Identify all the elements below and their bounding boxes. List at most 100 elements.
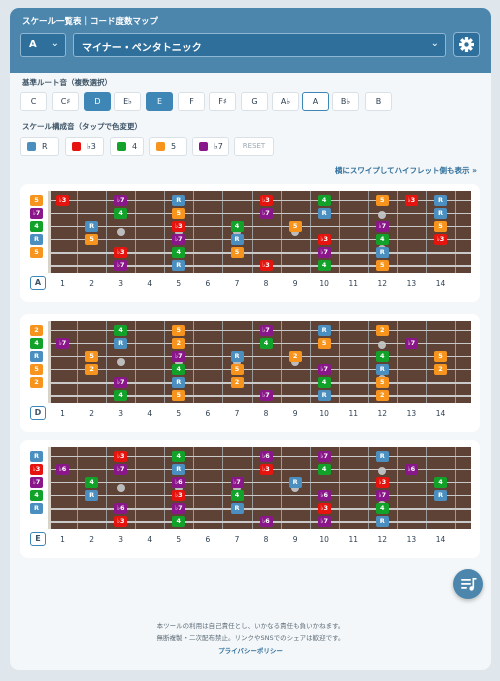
note-marker[interactable]: ♭6 [317, 489, 331, 501]
note-marker[interactable]: ♭7 [317, 515, 331, 527]
interval-button[interactable]: 5 [149, 137, 187, 156]
note-marker[interactable]: R [172, 194, 186, 206]
note-marker[interactable]: ♭3 [375, 476, 389, 488]
note-marker[interactable]: 2 [434, 363, 447, 375]
note-marker[interactable]: ♭3 [434, 233, 447, 245]
root-note-button[interactable]: F♯ [209, 92, 236, 111]
note-marker[interactable]: ♭3 [114, 515, 128, 527]
note-marker[interactable]: R [85, 220, 99, 232]
open-string-marker[interactable]: ♭3 [30, 463, 43, 475]
note-marker[interactable]: ♭6 [114, 502, 128, 514]
note-marker[interactable]: ♭6 [404, 463, 418, 475]
note-marker[interactable]: 4 [172, 246, 186, 258]
root-note-button[interactable]: G [241, 92, 268, 111]
note-marker[interactable]: 5 [85, 233, 99, 245]
note-marker[interactable]: ♭7 [317, 450, 331, 462]
root-note-button[interactable]: E♭ [114, 92, 141, 111]
note-marker[interactable]: 4 [317, 259, 331, 271]
open-string-marker[interactable]: 5 [30, 363, 43, 375]
note-marker[interactable]: R [172, 376, 186, 388]
open-string-marker[interactable]: 5 [30, 194, 43, 206]
note-marker[interactable]: R [288, 476, 302, 488]
note-marker[interactable]: ♭3 [317, 233, 331, 245]
note-marker[interactable]: 5 [230, 363, 244, 375]
note-marker[interactable]: ♭3 [114, 246, 128, 258]
note-marker[interactable]: 5 [230, 246, 244, 258]
note-marker[interactable]: R [375, 450, 389, 462]
open-string-marker[interactable]: 4 [30, 489, 43, 501]
note-marker[interactable]: ♭3 [56, 194, 69, 206]
note-marker[interactable]: ♭7 [317, 246, 331, 258]
root-note-button[interactable]: B♭ [332, 92, 359, 111]
note-marker[interactable]: 4 [317, 376, 331, 388]
key-select[interactable]: A ⌄ [20, 33, 66, 57]
note-marker[interactable]: ♭6 [172, 476, 186, 488]
swipe-hint[interactable]: 横にスワイプしてハイフレット側も表示 » [335, 165, 477, 176]
note-marker[interactable]: ♭7 [230, 476, 244, 488]
scale-select[interactable]: マイナー・ペンタトニック ⌄ [73, 33, 446, 57]
note-marker[interactable]: R [85, 489, 99, 501]
note-marker[interactable]: ♭7 [375, 220, 389, 232]
open-string-marker[interactable]: 2 [30, 324, 43, 336]
note-marker[interactable]: 4 [375, 502, 389, 514]
interval-button[interactable]: ♭3 [65, 137, 104, 156]
note-marker[interactable]: 2 [85, 363, 99, 375]
note-marker[interactable]: ♭7 [259, 324, 273, 336]
note-marker[interactable]: ♭7 [172, 233, 186, 245]
note-marker[interactable]: R [375, 363, 389, 375]
note-marker[interactable]: 4 [317, 463, 331, 475]
note-marker[interactable]: 4 [172, 450, 186, 462]
note-marker[interactable]: 5 [172, 389, 186, 401]
interval-button[interactable]: R [20, 137, 59, 156]
note-marker[interactable]: ♭7 [259, 389, 273, 401]
note-marker[interactable]: R [230, 502, 244, 514]
open-string-marker[interactable]: R [30, 350, 43, 362]
root-note-button[interactable]: D [84, 92, 111, 111]
interval-button[interactable]: 4 [110, 137, 144, 156]
note-marker[interactable]: ♭7 [114, 463, 128, 475]
note-marker[interactable]: R [114, 337, 128, 349]
note-marker[interactable]: ♭7 [172, 350, 186, 362]
note-marker[interactable]: ♭3 [259, 259, 273, 271]
note-marker[interactable]: 5 [172, 207, 186, 219]
open-string-marker[interactable]: R [30, 502, 43, 514]
note-marker[interactable]: ♭3 [259, 463, 273, 475]
note-marker[interactable]: 4 [85, 476, 99, 488]
note-marker[interactable]: ♭3 [172, 489, 186, 501]
root-note-button[interactable]: B [365, 92, 392, 111]
root-note-button[interactable]: A [302, 92, 329, 111]
root-note-button[interactable]: C♯ [52, 92, 79, 111]
root-note-button[interactable]: A♭ [272, 92, 299, 111]
root-note-button[interactable]: F [178, 92, 205, 111]
note-marker[interactable]: 5 [434, 350, 447, 362]
note-marker[interactable]: 5 [375, 259, 389, 271]
note-marker[interactable]: ♭7 [114, 376, 128, 388]
note-marker[interactable]: 4 [114, 389, 128, 401]
note-marker[interactable]: 4 [317, 194, 331, 206]
note-marker[interactable]: 4 [375, 350, 389, 362]
note-marker[interactable]: R [375, 246, 389, 258]
note-marker[interactable]: ♭3 [259, 194, 273, 206]
note-marker[interactable]: 2 [172, 337, 186, 349]
note-marker[interactable]: 2 [375, 389, 389, 401]
note-marker[interactable]: R [434, 194, 447, 206]
note-marker[interactable]: ♭7 [404, 337, 418, 349]
note-marker[interactable]: ♭7 [114, 259, 128, 271]
note-marker[interactable]: R [172, 463, 186, 475]
open-string-marker[interactable]: ♭7 [30, 207, 43, 219]
note-marker[interactable]: 4 [230, 489, 244, 501]
open-string-marker[interactable]: R [30, 450, 43, 462]
note-marker[interactable]: 5 [434, 220, 447, 232]
root-note-button[interactable]: C [20, 92, 47, 111]
reset-button[interactable]: RESET [234, 137, 274, 156]
note-marker[interactable]: ♭7 [172, 502, 186, 514]
note-marker[interactable]: R [317, 324, 331, 336]
note-marker[interactable]: R [375, 515, 389, 527]
note-marker[interactable]: ♭3 [404, 194, 418, 206]
note-marker[interactable]: 4 [230, 220, 244, 232]
note-marker[interactable]: ♭3 [114, 450, 128, 462]
note-marker[interactable]: ♭6 [259, 515, 273, 527]
note-marker[interactable]: 4 [434, 476, 447, 488]
note-marker[interactable]: 5 [317, 337, 331, 349]
settings-button[interactable] [453, 32, 480, 57]
